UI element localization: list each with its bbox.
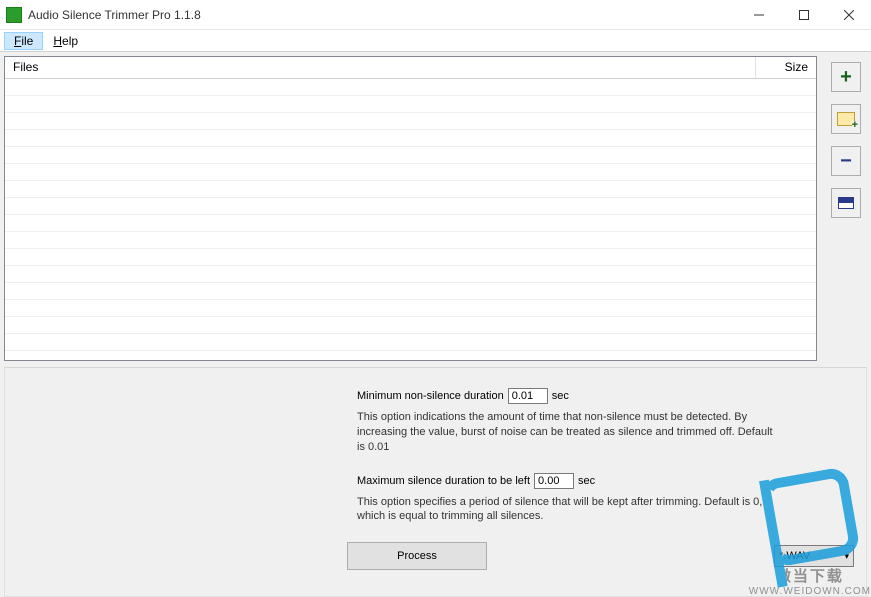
- list-row: [5, 317, 816, 334]
- list-row: [5, 96, 816, 113]
- list-row: [5, 130, 816, 147]
- max-duration-label: Maximum silence duration to be left: [357, 475, 530, 487]
- folder-plus-icon: [837, 112, 855, 126]
- clear-all-button[interactable]: [831, 188, 861, 218]
- list-row: [5, 249, 816, 266]
- file-list-body[interactable]: [5, 79, 816, 361]
- max-duration-input[interactable]: [534, 473, 574, 489]
- file-list-header: Files Size: [5, 57, 816, 79]
- menu-help[interactable]: Help: [43, 32, 88, 50]
- chevron-down-icon: ▾: [844, 551, 849, 562]
- format-value: *.WAV: [779, 550, 810, 562]
- file-list[interactable]: Files Size: [4, 56, 817, 361]
- list-row: [5, 215, 816, 232]
- min-duration-label: Minimum non-silence duration: [357, 390, 504, 402]
- menu-file[interactable]: File: [4, 32, 43, 50]
- list-row: [5, 300, 816, 317]
- list-row: [5, 147, 816, 164]
- list-row: [5, 113, 816, 130]
- close-button[interactable]: [826, 0, 871, 29]
- menubar: File Help: [0, 30, 871, 52]
- sec-label: sec: [578, 475, 595, 487]
- min-duration-desc: This option indications the amount of ti…: [357, 410, 777, 455]
- window-controls: [736, 0, 871, 29]
- add-file-button[interactable]: [831, 62, 861, 92]
- add-folder-button[interactable]: [831, 104, 861, 134]
- column-files[interactable]: Files: [5, 57, 756, 78]
- list-row: [5, 334, 816, 351]
- list-row: [5, 266, 816, 283]
- app-icon: [6, 7, 22, 23]
- list-row: [5, 232, 816, 249]
- max-duration-desc: This option specifies a period of silenc…: [357, 495, 777, 525]
- list-row: [5, 164, 816, 181]
- process-button[interactable]: Process: [347, 542, 487, 570]
- remove-button[interactable]: [831, 146, 861, 176]
- content-area: Files Size: [0, 52, 871, 597]
- side-toolbar: [817, 56, 867, 361]
- window-title: Audio Silence Trimmer Pro 1.1.8: [28, 8, 736, 22]
- list-row: [5, 181, 816, 198]
- clear-icon: [838, 197, 854, 209]
- list-row: [5, 79, 816, 96]
- list-row: [5, 198, 816, 215]
- maximize-button[interactable]: [781, 0, 826, 29]
- plus-icon: [840, 66, 852, 89]
- sec-label: sec: [552, 390, 569, 402]
- format-select[interactable]: *.WAV ▾: [774, 545, 854, 567]
- minimize-button[interactable]: [736, 0, 781, 29]
- list-row: [5, 283, 816, 300]
- min-duration-input[interactable]: [508, 388, 548, 404]
- options-panel: Minimum non-silence duration sec This op…: [4, 367, 867, 597]
- column-size[interactable]: Size: [756, 57, 816, 78]
- minus-icon: [840, 150, 852, 173]
- titlebar: Audio Silence Trimmer Pro 1.1.8: [0, 0, 871, 30]
